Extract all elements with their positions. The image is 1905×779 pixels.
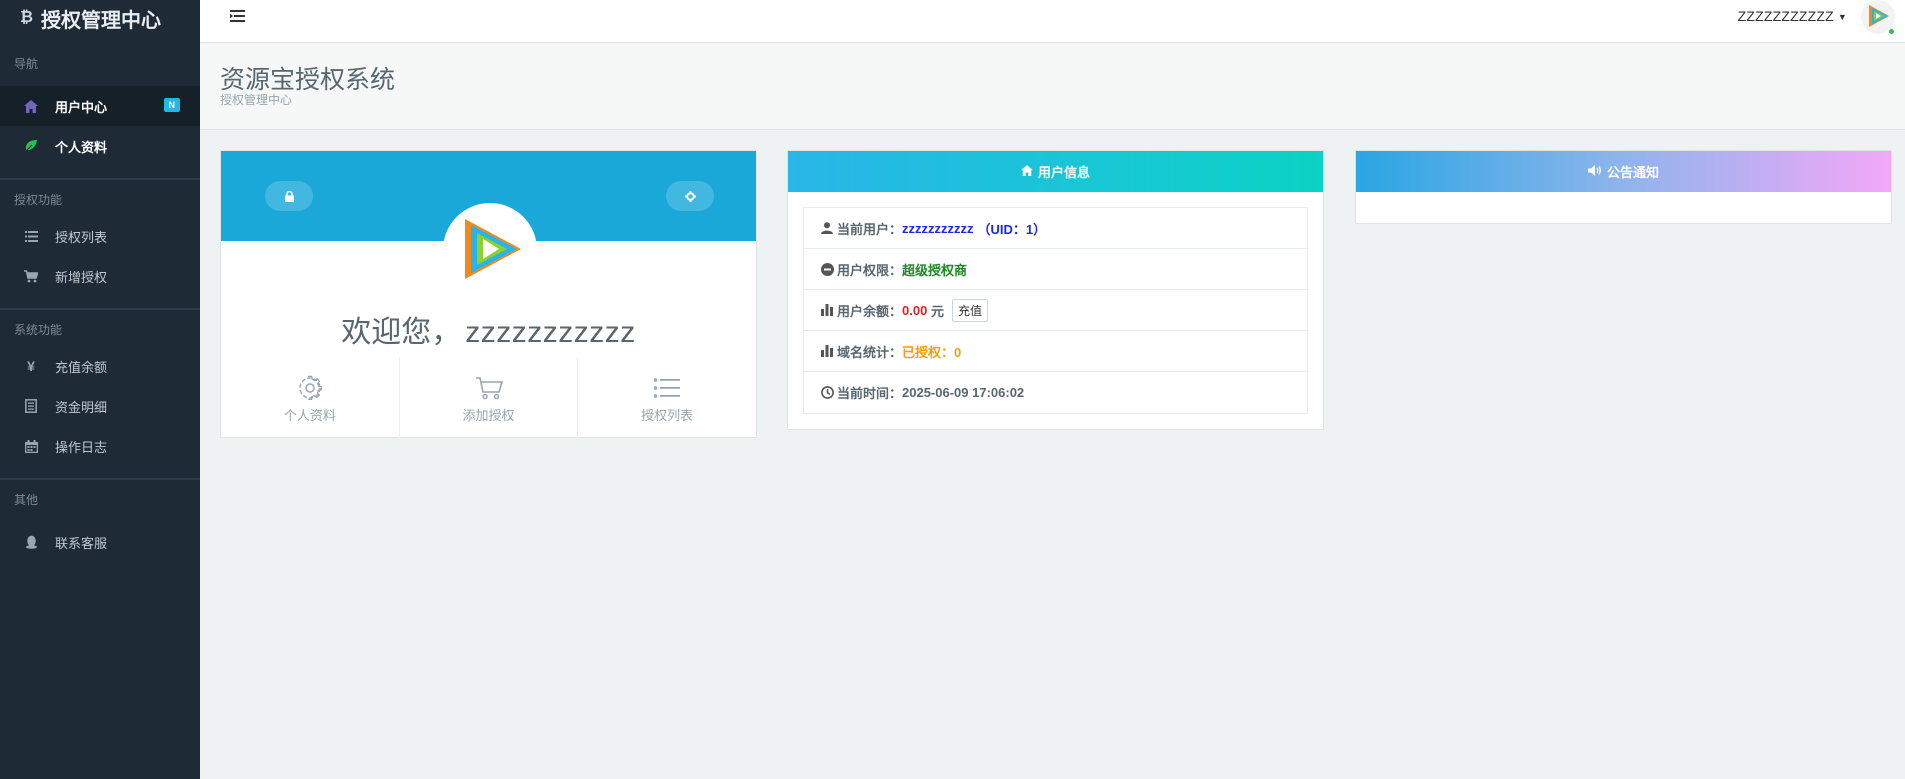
bitcoin-icon: ₿ <box>20 9 34 26</box>
sidebar-item-recharge[interactable]: ¥ 充值余额 <box>0 346 200 386</box>
ledger-icon <box>22 397 40 415</box>
home-icon <box>1021 164 1033 179</box>
page-header: 资源宝授权系统 授权管理中心 <box>200 44 1905 130</box>
balance-unit: 元 <box>927 303 944 319</box>
page-subtitle: 授权管理中心 <box>220 93 293 107</box>
sidebar-item-add-auth[interactable]: 新增授权 <box>0 256 200 296</box>
sidebar-item-profile[interactable]: 个人资料 <box>0 126 200 166</box>
domains-value: 已授权：0 <box>902 344 962 360</box>
topbar: ZZZZZZZZZZZ ▼ <box>200 0 1905 43</box>
divider <box>0 478 200 480</box>
profile-avatar <box>443 203 537 297</box>
permission-value: 超级授权商 <box>902 262 968 278</box>
welcome-username: zzzzzzzzzzz <box>465 316 636 349</box>
info-label: 用户权限： <box>837 262 903 278</box>
welcome-text: 欢迎您， zzzzzzzzzzz <box>221 307 756 351</box>
brand-title: 授权管理中心 <box>41 9 162 32</box>
info-row-current-user: 当前用户： zzzzzzzzzzz （UID：1） <box>804 208 1307 249</box>
sidebar-item-logs[interactable]: 操作日志 <box>0 426 200 466</box>
clock-icon <box>819 386 835 399</box>
info-row-time: 当前时间： 2025-06-09 17:06:02 <box>804 372 1307 413</box>
user-dropdown[interactable]: ZZZZZZZZZZZ ▼ <box>1738 8 1847 24</box>
list-icon <box>22 227 40 245</box>
user-info-list: 当前用户： zzzzzzzzzzz （UID：1） 用户权限： 超级授权商 用户… <box>803 207 1308 414</box>
home-icon <box>22 97 40 115</box>
action-auth-list[interactable]: 授权列表 <box>578 358 756 438</box>
info-label: 用户余额： <box>837 303 903 319</box>
gear-icon <box>297 373 323 403</box>
gear-icon <box>684 190 696 202</box>
notice-header: 公告通知 <box>1356 151 1891 192</box>
action-profile[interactable]: 个人资料 <box>221 358 400 438</box>
balance-value: 0.00 <box>902 302 928 318</box>
sidebar-item-label: 充值余额 <box>55 359 108 375</box>
minus-circle-icon <box>819 262 835 276</box>
action-label: 添加授权 <box>462 407 515 423</box>
sidebar-item-label: 用户中心 <box>55 99 108 115</box>
action-label: 个人资料 <box>283 407 336 423</box>
sidebar-item-label: 资金明细 <box>55 399 108 415</box>
qq-icon <box>22 533 40 551</box>
list-icon <box>653 373 681 403</box>
welcome-greeting: 欢迎您， <box>341 316 462 349</box>
nav-section-title: 授权功能 <box>14 193 63 207</box>
caret-down-icon: ▼ <box>1837 12 1847 23</box>
lock-button[interactable] <box>265 181 313 211</box>
sidebar-item-label: 新增授权 <box>55 269 108 285</box>
sidebar-item-auth-list[interactable]: 授权列表 <box>0 216 200 256</box>
user-info-title: 用户信息 <box>1037 165 1090 180</box>
notice-card: 公告通知 <box>1355 150 1892 224</box>
current-username: zzzzzzzzzzz <box>902 220 974 236</box>
cart-icon <box>475 373 503 403</box>
lock-icon <box>284 190 294 202</box>
divider <box>0 178 200 180</box>
nav-section-title: 系统功能 <box>14 323 63 337</box>
notice-title: 公告通知 <box>1606 165 1659 180</box>
user-info-header: 用户信息 <box>788 151 1323 192</box>
sidebar-item-label: 个人资料 <box>55 139 108 155</box>
user-uid: （UID：1） <box>977 221 1047 237</box>
sidebar-item-label: 联系客服 <box>55 535 108 551</box>
sidebar-item-label: 授权列表 <box>55 229 108 245</box>
menu-toggle-icon[interactable] <box>230 9 245 27</box>
sidebar: ₿ 授权管理中心 导航 用户中心 N 个人资料 授权功能 授权列表 新增授权 系… <box>0 0 200 779</box>
volume-icon <box>1587 164 1602 179</box>
brand[interactable]: ₿ 授权管理中心 <box>0 0 200 36</box>
calendar-icon <box>22 437 40 455</box>
sidebar-item-funds[interactable]: 资金明细 <box>0 386 200 426</box>
action-label: 授权列表 <box>641 407 694 423</box>
current-time: 2025-06-09 17:06:02 <box>902 385 1025 400</box>
settings-button[interactable] <box>666 181 714 211</box>
sidebar-item-support[interactable]: 联系客服 <box>0 522 200 562</box>
leaf-icon <box>22 137 40 155</box>
sidebar-item-label: 操作日志 <box>55 439 108 455</box>
bar-chart-icon <box>819 345 835 357</box>
online-status-dot <box>1888 28 1895 35</box>
profile-actions: 个人资料 添加授权 授权列表 <box>221 358 756 438</box>
yen-icon: ¥ <box>27 358 35 374</box>
info-label: 当前用户： <box>837 221 903 237</box>
nav-section-title: 其他 <box>14 493 39 507</box>
new-badge: N <box>163 98 180 112</box>
action-add-auth[interactable]: 添加授权 <box>400 358 579 438</box>
divider <box>0 308 200 310</box>
info-label: 域名统计： <box>837 344 903 360</box>
user-info-card: 用户信息 当前用户： zzzzzzzzzzz （UID：1） 用户权限： 超级授… <box>787 150 1324 430</box>
nav-section-title: 导航 <box>14 57 39 71</box>
bar-chart-icon <box>819 304 835 316</box>
profile-card: 欢迎您， zzzzzzzzzzz 个人资料 添加授权 授权列表 <box>220 150 757 438</box>
recharge-button[interactable]: 充值 <box>951 298 988 322</box>
info-row-balance: 用户余额： 0.00 元 充值 <box>804 290 1307 331</box>
info-label: 当前时间： <box>837 386 903 401</box>
user-name: ZZZZZZZZZZZ <box>1737 8 1834 24</box>
user-icon <box>819 222 835 234</box>
info-row-permission: 用户权限： 超级授权商 <box>804 249 1307 290</box>
info-row-domains: 域名统计： 已授权：0 <box>804 331 1307 372</box>
cart-icon <box>22 267 40 285</box>
sidebar-item-user-center[interactable]: 用户中心 N <box>0 86 200 126</box>
